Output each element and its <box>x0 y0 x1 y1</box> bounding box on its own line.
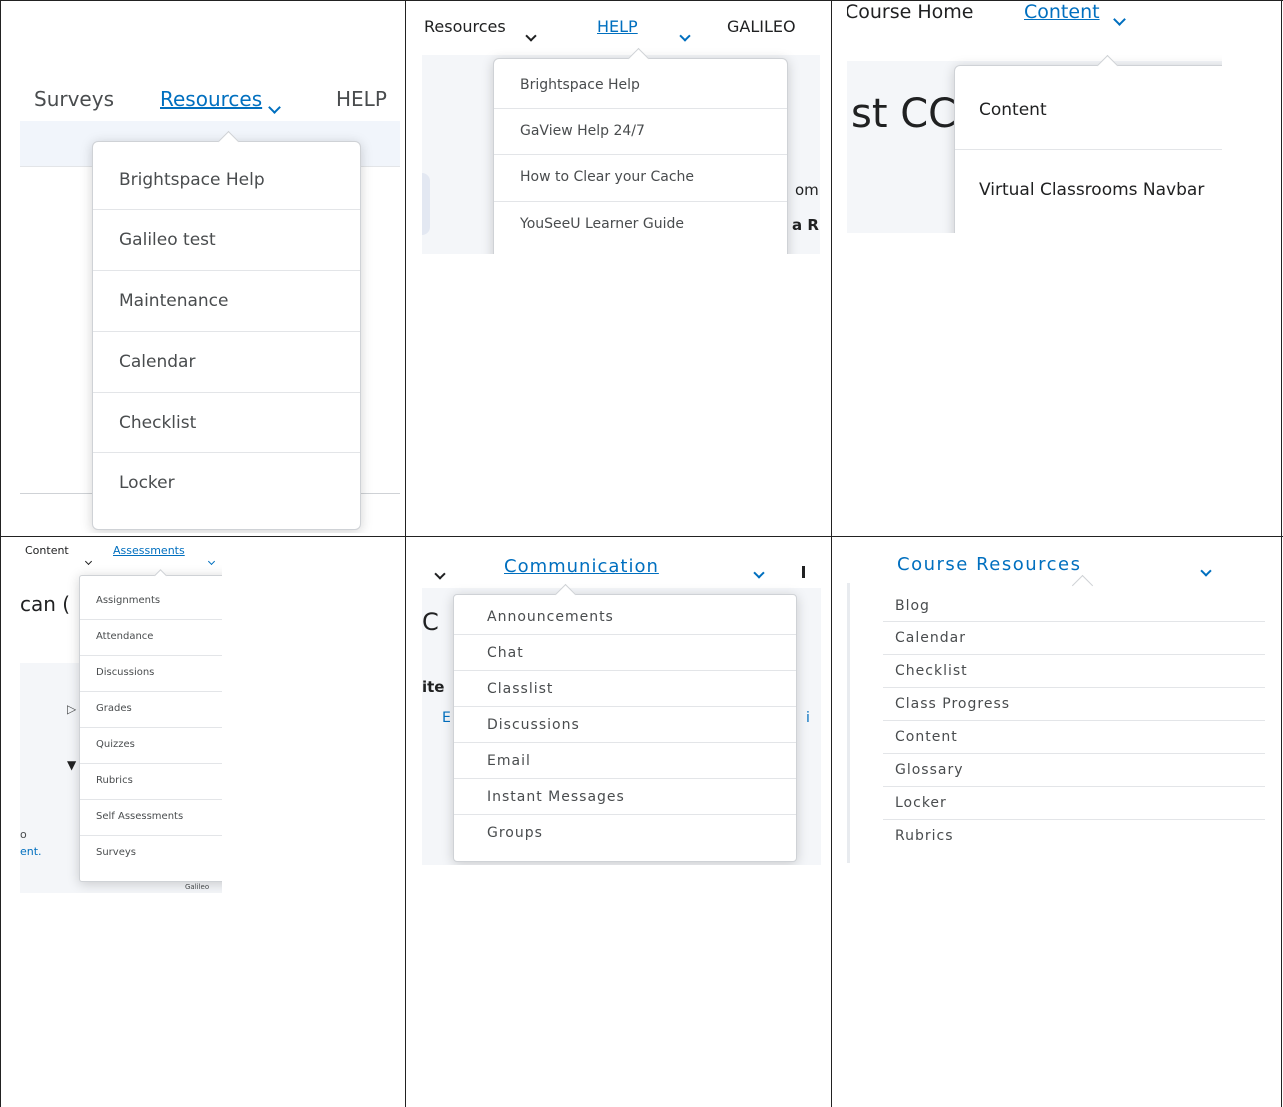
communication-dropdown: Announcements Chat Classlist Discussions… <box>453 583 797 862</box>
content-dropdown: Content Virtual Classrooms Navbar <box>954 54 1222 233</box>
triangle-down-icon: ▼ <box>67 758 77 772</box>
assessments-dropdown: Assignments Attendance Discussions Grade… <box>79 569 222 882</box>
chevron-down-icon <box>679 30 691 42</box>
nav-course-home[interactable]: Course Home <box>847 1 973 23</box>
chevron-down-icon <box>1113 13 1126 26</box>
menu-item-blog[interactable]: Blog <box>883 590 1265 622</box>
triangle-right-icon: ▷ <box>67 702 77 716</box>
panel-help-menu: Resources HELP GALILEO om a R Brightspac… <box>422 1 820 254</box>
menu-item-galileo-test[interactable]: Galileo test <box>93 210 360 271</box>
grid-divider <box>405 0 406 1107</box>
menu-item-discussions[interactable]: Discussions <box>80 656 222 692</box>
nav-resources[interactable]: Resources <box>424 17 506 36</box>
menu-item-maintenance[interactable]: Maintenance <box>93 271 360 332</box>
chevron-down-icon <box>525 30 537 42</box>
menu-item-rubrics[interactable]: Rubrics <box>80 764 222 800</box>
menu-item-class-progress[interactable]: Class Progress <box>883 688 1265 721</box>
menu-item-chat[interactable]: Chat <box>454 635 796 671</box>
background-text: om <box>795 181 819 199</box>
menu-item-calendar[interactable]: Calendar <box>883 622 1265 655</box>
menu-item-youseeu-guide[interactable]: YouSeeU Learner Guide <box>494 202 787 248</box>
nav-galileo[interactable]: GALILEO <box>727 17 796 36</box>
nav-content[interactable]: Content <box>25 544 69 557</box>
menu-item-brightspace-help[interactable]: Brightspace Help <box>494 63 787 109</box>
menu-item-rubrics[interactable]: Rubrics <box>883 820 1265 852</box>
panel-communication-menu: Communication C ite E i Announcements Ch… <box>422 538 821 865</box>
nav-course-resources[interactable]: Course Resources <box>897 554 1082 575</box>
chevron-down-icon <box>268 101 281 114</box>
menu-item-calendar[interactable]: Calendar <box>93 332 360 393</box>
help-dropdown: Brightspace Help GaView Help 24/7 How to… <box>493 47 788 254</box>
menu-item-attendance[interactable]: Attendance <box>80 620 222 656</box>
page-title-fragment: st CC <box>851 91 957 137</box>
menu-item-brightspace-help[interactable]: Brightspace Help <box>93 150 360 210</box>
menu-item-locker[interactable]: Locker <box>93 453 360 515</box>
background-text: E <box>442 710 451 726</box>
nav-surveys[interactable]: Surveys <box>34 87 114 111</box>
background-text: i <box>806 710 810 726</box>
nav-help[interactable]: HELP <box>336 87 387 111</box>
chevron-down-icon <box>753 567 765 579</box>
panel-assessments-menu: Content Assessments can ( ▷ ▼ o ent. Gal… <box>20 538 222 893</box>
menu-item-virtual-classrooms[interactable]: Virtual Classrooms Navbar <box>955 150 1222 230</box>
menu-item-content[interactable]: Content <box>883 721 1265 754</box>
menu-item-clear-cache[interactable]: How to Clear your Cache <box>494 155 787 202</box>
resources-dropdown: Brightspace Help Galileo test Maintenanc… <box>92 130 361 530</box>
background-text: ite <box>422 678 445 696</box>
nav-communication[interactable]: Communication <box>504 556 659 577</box>
chevron-down-icon <box>434 568 446 580</box>
menu-item-email[interactable]: Email <box>454 743 796 779</box>
menu-item-quizzes[interactable]: Quizzes <box>80 728 222 764</box>
grid-border <box>0 0 1 1107</box>
chevron-down-icon <box>1200 565 1212 577</box>
menu-item-content[interactable]: Content <box>955 70 1222 150</box>
menu-item-announcements[interactable]: Announcements <box>454 599 796 635</box>
menu-item-glossary[interactable]: Glossary <box>883 754 1265 787</box>
grid-border <box>1281 0 1282 1107</box>
menu-item-gaview-help[interactable]: GaView Help 24/7 <box>494 109 787 155</box>
menu-item-classlist[interactable]: Classlist <box>454 671 796 707</box>
menu-item-groups[interactable]: Groups <box>454 815 796 851</box>
chevron-down-icon <box>84 557 93 566</box>
page-title-fragment: can ( <box>20 592 71 616</box>
menu-item-instant-messages[interactable]: Instant Messages <box>454 779 796 815</box>
menu-item-surveys[interactable]: Surveys <box>80 836 222 872</box>
panel-course-resources-menu: Course Resources Blog Calendar Checklist… <box>847 538 1265 868</box>
menu-item-grades[interactable]: Grades <box>80 692 222 728</box>
nav-content[interactable]: Content <box>1024 1 1100 23</box>
menu-item-self-assessments[interactable]: Self Assessments <box>80 800 222 836</box>
background-text: o <box>20 828 27 841</box>
menu-item-checklist[interactable]: Checklist <box>93 393 360 453</box>
background-text: Galileo <box>185 883 210 891</box>
panel-content-menu: Course Home Content st CC Content Virtua… <box>847 1 1222 233</box>
menu-item-locker[interactable]: Locker <box>883 787 1265 820</box>
chevron-down-icon <box>208 557 216 566</box>
grid-divider <box>0 536 1283 537</box>
menu-item-checklist[interactable]: Checklist <box>883 655 1265 688</box>
page-title-fragment: C <box>422 608 439 636</box>
background-link: ent. <box>20 845 42 858</box>
grid-divider <box>831 0 832 1107</box>
menu-item-discussions[interactable]: Discussions <box>454 707 796 743</box>
panel-resources-menu: Surveys Resources HELP Brightspace Help … <box>20 1 400 533</box>
nav-help[interactable]: HELP <box>597 17 638 36</box>
nav-resources[interactable]: Resources <box>160 87 262 111</box>
nav-assessments[interactable]: Assessments <box>113 544 185 557</box>
course-resources-dropdown: Blog Calendar Checklist Class Progress C… <box>855 574 1265 866</box>
menu-item-assignments[interactable]: Assignments <box>80 584 222 620</box>
background-text: a R <box>792 216 819 234</box>
